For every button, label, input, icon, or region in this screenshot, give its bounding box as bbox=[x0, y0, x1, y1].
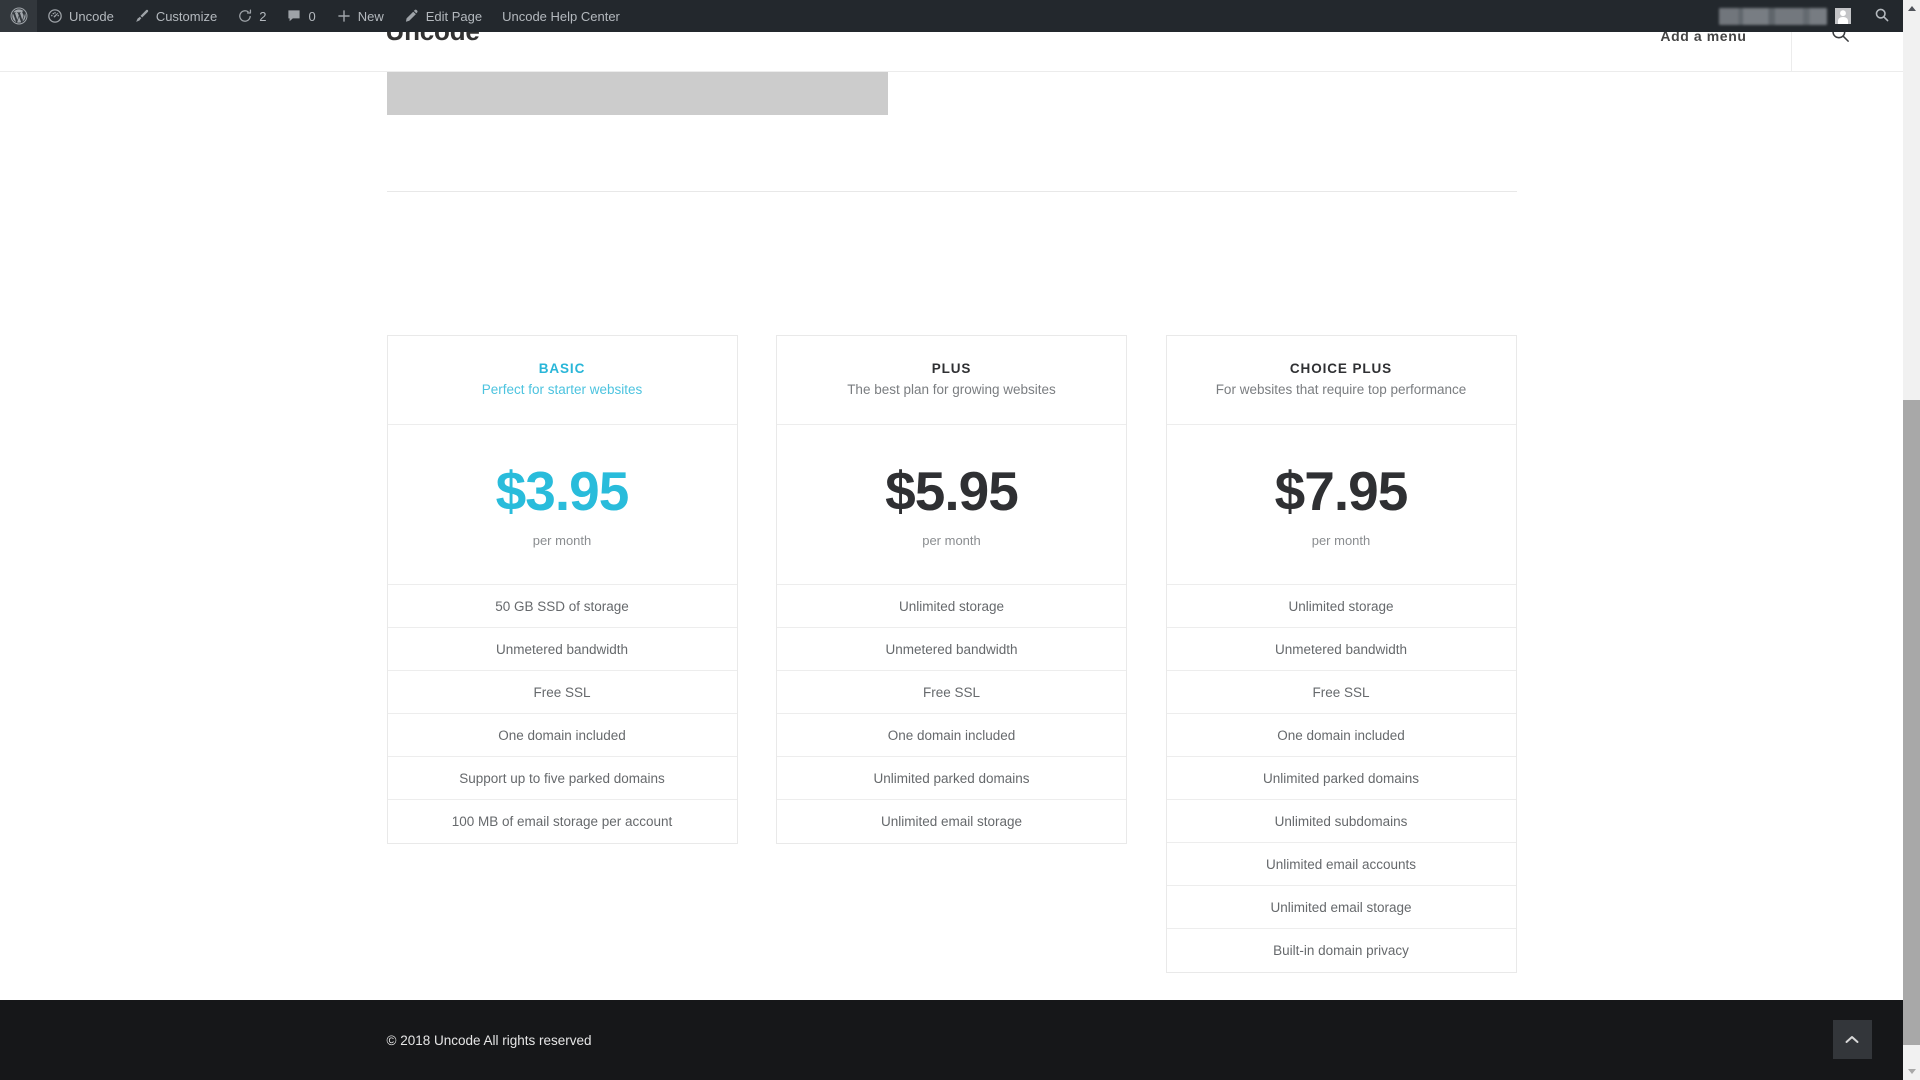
plan-feature: Unlimited parked domains bbox=[1166, 757, 1516, 800]
adminbar-item-comments[interactable]: 0 bbox=[276, 0, 325, 32]
pricing-plan-plus[interactable]: PLUS The best plan for growing websites … bbox=[776, 335, 1127, 844]
plan-feature: Unlimited storage bbox=[777, 585, 1126, 628]
plan-period: per month bbox=[922, 533, 981, 548]
plan-price: $5.95 bbox=[885, 460, 1019, 522]
plan-feature: One domain included bbox=[387, 714, 737, 757]
plan-feature: Built-in domain privacy bbox=[1273, 943, 1409, 958]
plan-feature: Unlimited subdomains bbox=[1166, 800, 1516, 843]
scrollbar-thumb[interactable] bbox=[1903, 400, 1920, 1045]
plan-header: BASIC Perfect for starter websites bbox=[387, 336, 737, 425]
paintbrush-icon bbox=[134, 8, 150, 24]
plan-feature: Free SSL bbox=[1166, 671, 1516, 714]
pencil-icon bbox=[404, 8, 420, 24]
wp-logo-button[interactable] bbox=[0, 0, 37, 32]
adminbar-label-comments-count: 0 bbox=[308, 8, 316, 24]
plan-name: CHOICE PLUS bbox=[1289, 361, 1393, 376]
adminbar-item-help-center[interactable]: Uncode Help Center bbox=[492, 0, 630, 32]
plan-feature: Unlimited storage bbox=[1166, 585, 1516, 628]
adminbar-item-updates[interactable]: 2 bbox=[227, 0, 276, 32]
page-content: BASIC Perfect for starter websites $3.95… bbox=[0, 67, 1903, 1000]
search-icon bbox=[1874, 7, 1890, 26]
updates-icon bbox=[237, 8, 253, 24]
plan-price: $3.95 bbox=[495, 460, 630, 522]
plan-feature: One domain included bbox=[1166, 714, 1516, 757]
comment-bubble-icon bbox=[286, 8, 302, 24]
scroll-up-arrow-icon bbox=[1907, 6, 1916, 11]
plan-feature-list: Unlimited storage Unmetered bandwidth Fr… bbox=[1166, 585, 1516, 972]
adminbar-label-edit-page: Edit Page bbox=[425, 8, 483, 24]
footer-copyright: © 2018 Uncode All rights reserved bbox=[386, 1032, 592, 1048]
plan-tagline: Perfect for starter websites bbox=[481, 382, 643, 397]
plan-feature: Unlimited email accounts bbox=[1166, 843, 1516, 886]
adminbar-label-site-name: Uncode bbox=[69, 8, 114, 24]
plan-tagline: For websites that require top performanc… bbox=[1215, 382, 1467, 397]
adminbar-label-customize: Customize bbox=[155, 8, 218, 24]
adminbar-label-new: New bbox=[357, 8, 384, 24]
plan-feature: Unlimited email storage bbox=[880, 814, 1023, 829]
plan-feature: Free SSL bbox=[387, 671, 737, 714]
chevron-up-icon bbox=[1845, 1031, 1859, 1049]
section-divider bbox=[386, 191, 1517, 192]
wordpress-logo-icon bbox=[10, 7, 28, 25]
plan-feature: Unmetered bandwidth bbox=[387, 628, 737, 671]
plan-feature: Free SSL bbox=[777, 671, 1126, 714]
pricing-plan-choice-plus[interactable]: CHOICE PLUS For websites that require to… bbox=[1165, 335, 1517, 973]
back-to-top-button[interactable] bbox=[1832, 1020, 1872, 1059]
scrollbar-down-button[interactable] bbox=[1903, 1063, 1920, 1080]
plan-period: per month bbox=[532, 533, 592, 548]
page-scrollbar[interactable] bbox=[1903, 0, 1920, 1080]
plan-feature: One domain included bbox=[777, 714, 1126, 757]
adminbar-item-new[interactable]: New bbox=[326, 0, 394, 32]
scrollbar-up-button[interactable] bbox=[1903, 0, 1920, 17]
plan-period: per month bbox=[1311, 533, 1371, 548]
plan-feature: Unlimited email storage bbox=[1166, 886, 1516, 929]
hero-image-placeholder bbox=[386, 67, 888, 115]
adminbar-right-group bbox=[1709, 0, 1903, 32]
plan-feature-list: Unlimited storage Unmetered bandwidth Fr… bbox=[777, 585, 1126, 843]
adminbar-item-edit-page[interactable]: Edit Page bbox=[394, 0, 492, 32]
plan-header: PLUS The best plan for growing websites bbox=[777, 336, 1126, 425]
site-footer: © 2018 Uncode All rights reserved bbox=[0, 1000, 1903, 1080]
plan-price: $7.95 bbox=[1274, 460, 1409, 522]
plan-feature: Unmetered bandwidth bbox=[777, 628, 1126, 671]
plus-icon bbox=[336, 8, 352, 24]
pricing-table: BASIC Perfect for starter websites $3.95… bbox=[386, 335, 1517, 973]
plan-feature: 100 MB of email storage per account bbox=[451, 814, 673, 829]
adminbar-label-updates-count: 2 bbox=[259, 8, 267, 24]
plan-feature: 50 GB SSD of storage bbox=[387, 585, 737, 628]
plan-name: PLUS bbox=[931, 361, 972, 376]
adminbar-item-customize[interactable]: Customize bbox=[124, 0, 227, 32]
plan-header: CHOICE PLUS For websites that require to… bbox=[1166, 336, 1516, 425]
adminbar-account-menu[interactable] bbox=[1709, 0, 1861, 32]
dashboard-icon bbox=[47, 8, 63, 24]
plan-feature: Support up to five parked domains bbox=[387, 757, 737, 800]
avatar bbox=[1835, 8, 1851, 24]
account-name-redacted bbox=[1719, 7, 1827, 25]
plan-feature: Unlimited parked domains bbox=[777, 757, 1126, 800]
scroll-down-arrow-icon bbox=[1907, 1069, 1916, 1074]
adminbar-label-help-center: Uncode Help Center bbox=[502, 8, 620, 24]
adminbar-search-button[interactable] bbox=[1861, 7, 1903, 26]
plan-feature-list: 50 GB SSD of storage Unmetered bandwidth… bbox=[387, 585, 737, 843]
plan-feature: Unmetered bandwidth bbox=[1166, 628, 1516, 671]
plan-price-box: $3.95 per month bbox=[387, 425, 737, 585]
footer-inner: © 2018 Uncode All rights reserved bbox=[386, 1000, 1872, 1080]
plan-tagline: The best plan for growing websites bbox=[847, 382, 1056, 397]
plan-name: BASIC bbox=[538, 361, 586, 376]
wp-admin-bar: Uncode Customize 2 0 New Edit Page Uncod… bbox=[0, 0, 1903, 32]
pricing-plan-basic[interactable]: BASIC Perfect for starter websites $3.95… bbox=[386, 335, 738, 844]
adminbar-item-site-name[interactable]: Uncode bbox=[37, 0, 124, 32]
plan-price-box: $5.95 per month bbox=[777, 425, 1126, 585]
plan-price-box: $7.95 per month bbox=[1166, 425, 1516, 585]
